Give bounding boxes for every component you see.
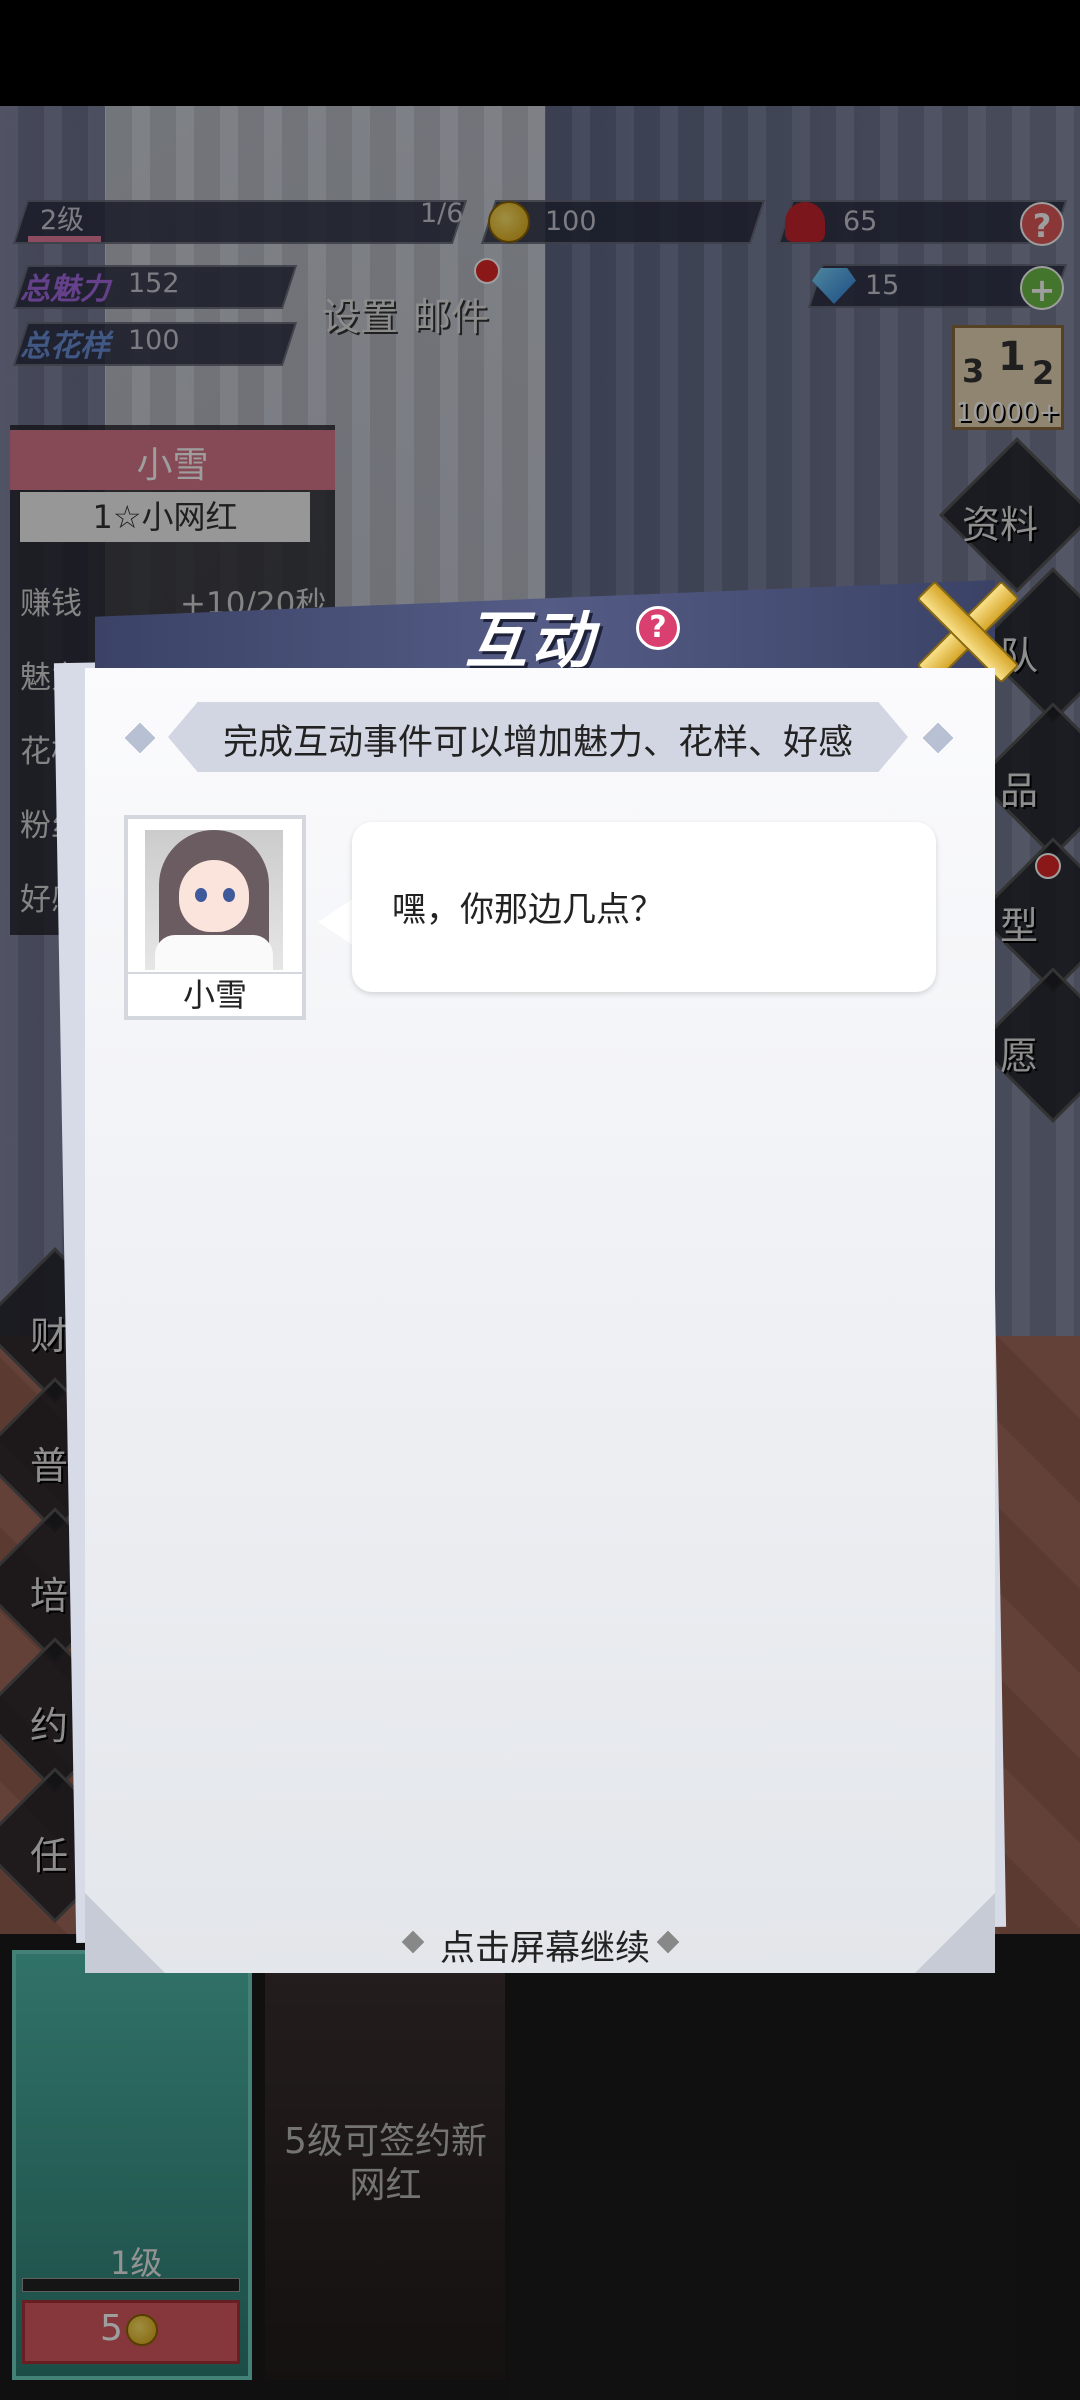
avatar-left-eye bbox=[195, 888, 207, 902]
continue-prompt[interactable]: 点击屏幕继续 bbox=[440, 1920, 650, 1971]
speech-bubble-tail bbox=[318, 898, 354, 946]
speaker-name: 小雪 bbox=[128, 972, 302, 1014]
dialog-title: 互动 bbox=[465, 604, 598, 677]
avatar-face bbox=[179, 860, 249, 932]
info-text: 完成互动事件可以增加魅力、花样、好感 bbox=[222, 723, 853, 763]
close-icon[interactable] bbox=[915, 578, 1015, 678]
speaker-avatar bbox=[145, 830, 283, 970]
speech-message: 嘿，你那边几点？ bbox=[392, 890, 664, 930]
dialog-help-button[interactable]: ? bbox=[636, 606, 680, 650]
avatar-dress bbox=[155, 935, 273, 970]
avatar-right-eye bbox=[223, 888, 235, 902]
